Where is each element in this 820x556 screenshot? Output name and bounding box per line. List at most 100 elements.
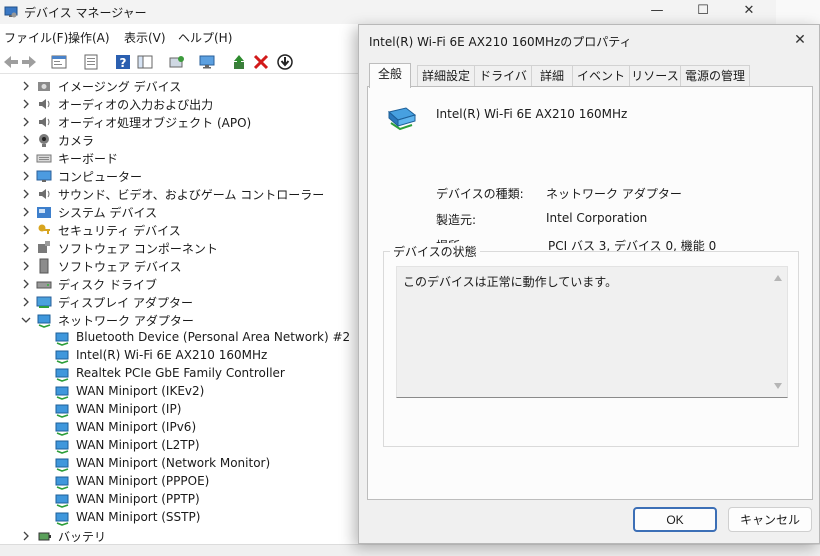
display-adapter-icon (36, 296, 52, 308)
tree-device-item[interactable]: WAN Miniport (PPTP) (0, 491, 360, 509)
dialog-close-button[interactable]: ✕ (785, 27, 815, 53)
menu-help[interactable]: ヘルプ(H) (178, 29, 232, 46)
tree-item-label: ソフトウェア デバイス (58, 260, 182, 274)
back-arrow-icon[interactable] (2, 53, 20, 71)
tree-category[interactable]: ネットワーク アダプター (0, 311, 360, 329)
tree-category[interactable]: ソフトウェア コンポーネント (0, 239, 360, 257)
tab-advanced[interactable]: 詳細設定 (417, 65, 475, 87)
chevron-right-icon[interactable] (20, 224, 32, 236)
minimize-button[interactable]: — (634, 0, 680, 24)
security-key-icon (38, 224, 50, 234)
chevron-right-icon[interactable] (20, 152, 32, 164)
chevron-right-icon[interactable] (20, 170, 32, 182)
chevron-down-icon[interactable] (20, 314, 32, 326)
tree-device-item[interactable]: WAN Miniport (PPPOE) (0, 473, 360, 491)
tree-item-label: Realtek PCIe GbE Family Controller (76, 366, 285, 380)
tab-general[interactable]: 全般 (369, 63, 411, 88)
chevron-right-icon[interactable] (20, 260, 32, 272)
tree-category[interactable]: バッテリ (0, 527, 360, 544)
menu-view[interactable]: 表示(V) (124, 29, 166, 46)
tree-device-item[interactable]: Bluetooth Device (Personal Area Network)… (0, 329, 360, 347)
tree-category[interactable]: ディスプレイ アダプター (0, 293, 360, 311)
tree-item-label: コンピューター (58, 170, 143, 184)
status-scrollbar[interactable] (770, 267, 787, 397)
chevron-right-icon[interactable] (20, 296, 32, 308)
chevron-right-icon[interactable] (20, 116, 32, 128)
network-adapter-icon (55, 476, 69, 490)
tab-details[interactable]: 詳細 (531, 65, 573, 87)
cancel-button[interactable]: キャンセル (728, 507, 812, 532)
tree-category[interactable]: オーディオ処理オブジェクト (APO) (0, 113, 360, 131)
tree-category[interactable]: システム デバイス (0, 203, 360, 221)
forward-arrow-icon[interactable] (20, 53, 38, 71)
tree-item-label: WAN Miniport (IPv6) (76, 420, 197, 434)
horizontal-scrollbar[interactable] (0, 544, 820, 556)
tree-device-item[interactable]: Realtek PCIe GbE Family Controller (0, 365, 360, 383)
device-status-textbox[interactable]: このデバイスは正常に動作しています。 (396, 266, 788, 398)
document-list-icon[interactable] (82, 53, 100, 71)
manufacturer-label: 製造元: (436, 213, 477, 227)
close-button[interactable]: ✕ (726, 0, 772, 24)
tree-device-item[interactable]: WAN Miniport (IP) (0, 401, 360, 419)
help-icon[interactable]: ? (114, 53, 132, 71)
tree-item-label: セキュリティ デバイス (58, 224, 181, 238)
scroll-down-arrow-icon[interactable] (774, 383, 782, 389)
properties-window-icon[interactable] (50, 53, 68, 71)
update-driver-icon[interactable] (230, 53, 248, 71)
chevron-right-icon[interactable] (20, 278, 32, 290)
device-status-legend: デバイスの状態 (390, 243, 480, 260)
network-adapter-icon (37, 314, 51, 328)
tree-device-item[interactable]: WAN Miniport (Network Monitor) (0, 455, 360, 473)
tree-device-item[interactable]: WAN Miniport (L2TP) (0, 437, 360, 455)
tree-category[interactable]: コンピューター (0, 167, 360, 185)
tree-device-item[interactable]: Intel(R) Wi-Fi 6E AX210 160MHz (0, 347, 360, 365)
speaker-icon (39, 99, 50, 109)
ok-button[interactable]: OK (633, 507, 717, 532)
tree-device-item[interactable]: WAN Miniport (SSTP) (0, 509, 360, 527)
tree-item-label: Intel(R) Wi-Fi 6E AX210 160MHz (76, 348, 268, 362)
tree-category[interactable]: オーディオの入力および出力 (0, 95, 360, 113)
tree-category[interactable]: サウンド、ビデオ、およびゲーム コントローラー (0, 185, 360, 203)
chevron-right-icon[interactable] (20, 242, 32, 254)
tree-category[interactable]: ソフトウェア デバイス (0, 257, 360, 275)
chevron-right-icon[interactable] (20, 134, 32, 146)
view-pane-icon[interactable] (136, 53, 154, 71)
speaker-icon (39, 189, 50, 199)
svg-text:?: ? (120, 56, 127, 70)
maximize-button[interactable]: ☐ (680, 0, 726, 24)
tree-item-label: ディスク ドライブ (58, 278, 157, 292)
system-folder-icon (37, 207, 51, 218)
tree-category[interactable]: キーボード (0, 149, 360, 167)
download-circle-icon[interactable] (276, 53, 294, 71)
network-adapter-icon (55, 350, 69, 364)
tree-device-item[interactable]: WAN Miniport (IPv6) (0, 419, 360, 437)
chevron-right-icon[interactable] (20, 206, 32, 218)
chevron-right-icon[interactable] (20, 530, 32, 542)
scroll-up-arrow-icon[interactable] (774, 275, 782, 281)
menu-file[interactable]: ファイル(F) (4, 29, 68, 46)
tab-power-management[interactable]: 電源の管理 (680, 65, 750, 87)
tree-device-item[interactable]: WAN Miniport (IKEv2) (0, 383, 360, 401)
tree-item-label: WAN Miniport (Network Monitor) (76, 456, 271, 470)
chevron-right-icon[interactable] (20, 98, 32, 110)
tab-resources[interactable]: リソース (629, 65, 681, 87)
uninstall-x-icon[interactable] (252, 53, 270, 71)
tree-category[interactable]: セキュリティ デバイス (0, 221, 360, 239)
scan-hardware-icon[interactable] (168, 53, 186, 71)
tree-item-label: バッテリ (58, 530, 107, 544)
network-adapter-icon (55, 458, 69, 472)
tab-events[interactable]: イベント (572, 65, 630, 87)
tab-driver[interactable]: ドライバー (474, 65, 532, 103)
chevron-right-icon[interactable] (20, 80, 32, 92)
menu-action[interactable]: 操作(A) (68, 29, 110, 46)
tab-strip: 全般 詳細設定 ドライバー 詳細 イベント リソース 電源の管理 (367, 63, 813, 103)
title-bar: デバイス マネージャー — ☐ ✕ (0, 0, 820, 24)
tree-category[interactable]: ディスク ドライブ (0, 275, 360, 293)
chevron-right-icon[interactable] (20, 188, 32, 200)
network-adapter-icon (55, 386, 69, 400)
tree-item-label: オーディオの入力および出力 (58, 98, 214, 112)
tree-item-label: WAN Miniport (L2TP) (76, 438, 200, 452)
tree-category[interactable]: カメラ (0, 131, 360, 149)
tree-category[interactable]: イメージング デバイス (0, 77, 360, 95)
monitor-icon[interactable] (198, 53, 216, 71)
